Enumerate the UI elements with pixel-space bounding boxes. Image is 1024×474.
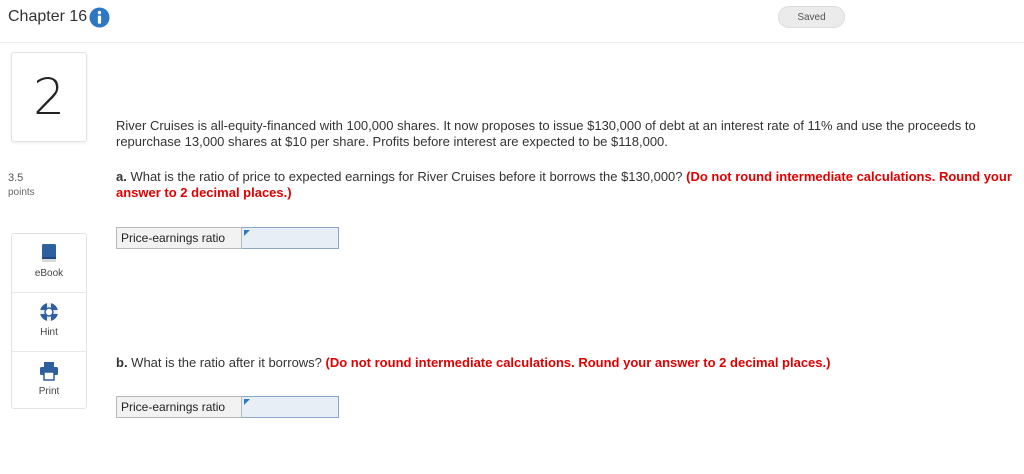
part-b-answer-field[interactable] [242, 396, 339, 418]
part-a-answer-field[interactable] [242, 227, 339, 249]
question-number-box: 2 [11, 52, 87, 142]
ebook-label: eBook [34, 268, 64, 279]
points-label: points [8, 187, 35, 198]
printer-icon [40, 362, 58, 381]
part-a-text: What is the ratio of price to expected e… [126, 169, 687, 184]
part-a-answer-label: Price-earnings ratio [116, 227, 242, 249]
part-b-text: What is the ratio after it borrows? [127, 355, 326, 370]
ebook-button[interactable]: eBook [12, 234, 86, 292]
part-a-prompt: a. What is the ratio of price to expecte… [116, 169, 1016, 201]
part-b-instruction: (Do not round intermediate calculations.… [325, 355, 831, 370]
part-b-answer-label: Price-earnings ratio [116, 396, 242, 418]
question-number: 2 [33, 68, 65, 126]
part-a-answer-row: Price-earnings ratio [116, 227, 339, 249]
hint-label: Hint [40, 327, 58, 338]
part-b-answer-row: Price-earnings ratio [116, 396, 339, 418]
print-label: Print [38, 386, 60, 397]
chapter-title: Chapter 16 [8, 8, 88, 25]
part-b-prompt: b. What is the ratio after it borrows? (… [116, 355, 1016, 371]
question-intro: River Cruises is all-equity-financed wit… [116, 118, 976, 149]
book-icon [42, 244, 56, 262]
tools-panel: eBook Hint Print [11, 233, 87, 409]
part-a-answer-input[interactable] [242, 228, 338, 248]
top-bar: Chapter 16 Saved [0, 0, 1024, 43]
print-button[interactable]: Print [12, 351, 86, 409]
info-icon[interactable] [89, 7, 110, 28]
hint-button[interactable]: Hint [12, 292, 86, 350]
points-value: 3.5 [8, 172, 24, 184]
part-b-answer-input[interactable] [242, 397, 338, 417]
lifebuoy-icon [39, 302, 59, 322]
part-b-letter: b. [116, 355, 128, 370]
saved-status-badge: Saved [778, 6, 845, 28]
part-a-letter: a. [116, 169, 127, 184]
